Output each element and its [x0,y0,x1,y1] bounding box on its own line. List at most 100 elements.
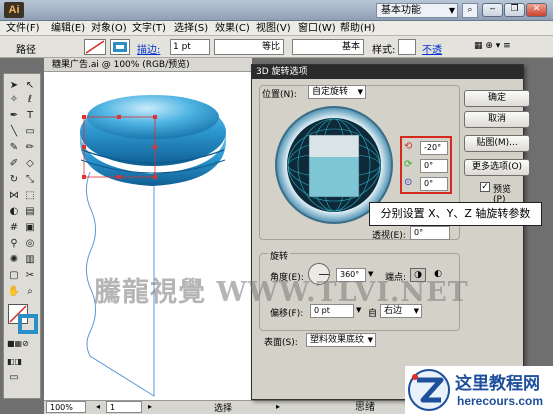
shape-builder-icon[interactable]: ◐ [7,206,21,218]
magic-wand-icon[interactable]: ✧ [7,94,21,106]
blend-tool-icon[interactable]: ◎ [23,238,37,250]
gradient-tool-icon[interactable]: ▣ [23,222,37,234]
position-value: 自定旋转 [312,87,349,97]
draw-mode-icons[interactable]: ◧◨ [7,356,22,368]
menu-view[interactable]: 视图(V) [256,21,291,36]
stroke-link[interactable]: 描边: [137,41,160,56]
bottom-partial-text: 思绪 [355,402,375,413]
dialog-title: 3D 旋转选项 [252,65,523,79]
direct-selection-icon[interactable]: ↖ [23,80,37,92]
perspective-grid-icon[interactable]: ▤ [23,206,37,218]
menu-window[interactable]: 窗口(W) [298,21,336,36]
graph-tool-icon[interactable]: ▥ [23,254,37,266]
rotate-tool-icon[interactable]: ↻ [7,174,21,186]
revolve-section-label: 旋转 [268,249,291,262]
tools-panel: ➤ ↖ ✧ ℓ ✒ T ╲ ▭ ✎ ✏ ✐ ◇ ↻ ⤡ ⋈ ⬚ ◐ ▤ # ▣ … [3,73,41,399]
object-type-label: 路径 [16,45,36,56]
site-logo-emblem [408,369,450,411]
surface-value: 塑料效果底纹 [310,335,365,345]
illustrator-logo: Ai [4,2,24,18]
screen-mode-icon[interactable]: ▭ [7,372,21,384]
x-axis-icon: ⟲ [404,141,413,152]
brush-definition[interactable]: 基本 [292,39,364,55]
rectangle-tool-icon[interactable]: ▭ [23,126,37,138]
position-label: 位置(N): [262,90,297,100]
line-tool-icon[interactable]: ╲ [7,126,21,138]
menu-type[interactable]: 文字(T) [132,21,166,36]
perspective-label: 透视(E): [372,231,406,241]
stroke-swatch[interactable] [110,39,130,55]
surface-select[interactable]: 塑料效果底纹 ▼ [306,333,376,347]
more-options-button[interactable]: 更多选项(O) [464,159,530,176]
menu-help[interactable]: 帮助(H) [340,21,375,36]
eyedropper-icon[interactable]: ⚲ [7,238,21,250]
hand-tool-icon[interactable]: ✋ [7,286,21,298]
menu-edit[interactable]: 编辑(E) [51,21,85,36]
candy-artwork [80,95,226,397]
next-artboard-icon[interactable]: ▸ [148,402,152,411]
site-logo-title: 这里教程网 [455,374,540,394]
menu-file[interactable]: 文件(F) [6,21,40,36]
free-transform-icon[interactable]: ⬚ [23,190,37,202]
y-rotation-field[interactable]: 0° [420,159,448,173]
opacity-link[interactable]: 不透 [422,41,442,56]
control-bar: 路径 描边: 1 pt 等比 基本 样式: 不透 ▦ ⊕ ▾ ≡ [0,36,553,58]
style-swatch[interactable] [398,39,416,55]
width-tool-icon[interactable]: ⋈ [7,190,21,202]
document-tab[interactable]: 糖果广告.ai @ 100% (RGB/预览) [44,58,252,72]
selection-tool-icon[interactable]: ➤ [7,80,21,92]
menu-select[interactable]: 选择(S) [174,21,208,36]
x-rotation-field[interactable]: -20° [420,141,448,155]
zoom-tool-icon[interactable]: ⌕ [23,286,37,298]
perspective-field[interactable]: 0° [410,226,450,240]
prev-artboard-icon[interactable]: ◂ [96,402,100,411]
site-logo: 这里教程网 herecours.com [405,366,553,414]
z-axis-icon: ⊙ [404,177,413,188]
chevron-down-icon: ▼ [448,6,455,15]
scale-tool-icon[interactable]: ⤡ [23,174,37,186]
zoom-field[interactable]: 100% [46,401,86,413]
menu-bar: 文件(F) 编辑(E) 对象(O) 文字(T) 选择(S) 效果(C) 视图(V… [0,21,553,36]
current-tool-status: 选择 [214,404,233,414]
workspace-label: 基本功能 [381,5,421,16]
lasso-icon[interactable]: ℓ [23,94,37,106]
fill-swatch[interactable] [84,39,106,55]
status-menu-icon[interactable]: ▸ [276,402,280,411]
eraser-icon[interactable]: ◇ [23,158,37,170]
artboard-tool-icon[interactable]: ▢ [7,270,21,282]
slice-tool-icon[interactable]: ✂ [23,270,37,282]
cancel-button[interactable]: 取消 [464,111,530,128]
type-tool-icon[interactable]: T [23,110,37,122]
variable-width-profile[interactable]: 等比 [214,39,284,55]
style-label: 样式: [372,45,396,56]
menu-effect[interactable]: 效果(C) [215,21,250,36]
map-art-button[interactable]: 贴图(M)... [464,135,530,152]
mesh-tool-icon[interactable]: # [7,222,21,234]
artboard-number[interactable]: 1 [106,401,142,413]
y-axis-icon: ⟳ [404,159,413,170]
color-mode-icons[interactable]: ■▦⊘ [7,338,29,350]
surface-label: 表面(S): [264,338,298,348]
stroke-color-icon[interactable] [18,314,38,334]
workspace-switcher[interactable]: 基本功能 ▼ [376,3,458,18]
position-select[interactable]: 自定旋转 ▼ [308,85,366,99]
pencil-icon[interactable]: ✏ [23,142,37,154]
z-rotation-field[interactable]: 0° [420,177,448,191]
panel-icons[interactable]: ▦ ⊕ ▾ ≡ [474,41,511,51]
search-icon[interactable]: ⌕ [462,3,478,18]
ok-button[interactable]: 确定 [464,90,530,107]
minimize-icon[interactable]: ‒ [482,3,503,17]
annotation-callout: 分别设置 X、Y、Z 轴旋转参数 [369,202,542,226]
symbol-sprayer-icon[interactable]: ✺ [7,254,21,266]
site-logo-url: herecours.com [457,394,544,408]
close-icon[interactable]: ✕ [526,3,547,17]
3d-revolve-dialog: 3D 旋转选项 位置(N): 自定旋转 ▼ ⟲ -20° ⟳ 0° ⊙ 0° 透视… [251,64,530,400]
stroke-weight-field[interactable]: 1 pt [170,39,210,55]
pen-tool-icon[interactable]: ✒ [7,110,21,122]
preview-checkbox[interactable]: ✓ [480,182,490,192]
paintbrush-icon[interactable]: ✎ [7,142,21,154]
restore-icon[interactable]: ❐ [504,3,525,17]
blob-brush-icon[interactable]: ✐ [7,158,21,170]
menu-object[interactable]: 对象(O) [91,21,127,36]
title-bar: Ai 基本功能 ▼ ⌕ ‒ ❐ ✕ [0,0,553,21]
